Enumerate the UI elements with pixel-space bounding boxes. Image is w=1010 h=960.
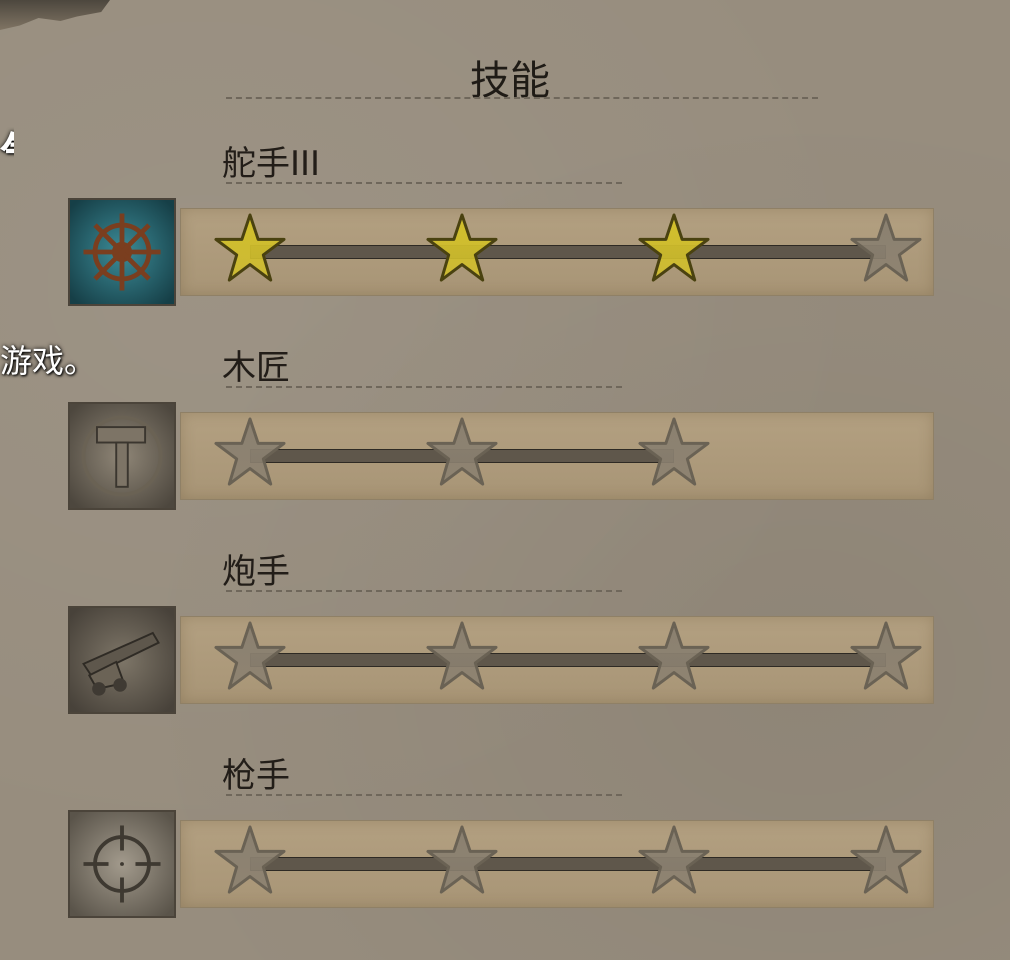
skill-name-divider bbox=[226, 794, 622, 796]
skill-row: 枪手 bbox=[0, 748, 1010, 928]
star-filled-icon bbox=[425, 212, 499, 286]
star-empty-icon bbox=[213, 824, 287, 898]
star-empty-icon bbox=[849, 824, 923, 898]
crosshair-icon[interactable] bbox=[68, 810, 176, 918]
skill-name: 木匠 bbox=[222, 348, 290, 388]
skill-track bbox=[250, 653, 886, 667]
skill-name-divider bbox=[226, 182, 622, 184]
star-empty-icon bbox=[213, 416, 287, 490]
skill-row: 炮手 bbox=[0, 544, 1010, 724]
star-empty-icon bbox=[425, 824, 499, 898]
star-empty-icon bbox=[637, 824, 711, 898]
star-empty-icon bbox=[849, 620, 923, 694]
star-filled-icon bbox=[213, 212, 287, 286]
star-empty-icon bbox=[213, 620, 287, 694]
skill-name-divider bbox=[226, 590, 622, 592]
skill-name-divider bbox=[226, 386, 622, 388]
ship-wheel-icon[interactable] bbox=[68, 198, 176, 306]
star-empty-icon bbox=[637, 620, 711, 694]
skill-track bbox=[250, 857, 886, 871]
skill-name: 舵手III bbox=[222, 144, 321, 184]
skill-row: 舵手III bbox=[0, 136, 1010, 316]
torn-paper-edge bbox=[0, 0, 110, 30]
star-empty-icon bbox=[425, 416, 499, 490]
star-filled-icon bbox=[637, 212, 711, 286]
skill-name: 炮手 bbox=[222, 552, 290, 592]
skill-track bbox=[250, 245, 886, 259]
cannon-icon[interactable] bbox=[68, 606, 176, 714]
hammer-icon[interactable] bbox=[68, 402, 176, 510]
title-divider bbox=[226, 97, 818, 99]
star-empty-icon bbox=[637, 416, 711, 490]
star-empty-icon bbox=[849, 212, 923, 286]
star-empty-icon bbox=[425, 620, 499, 694]
skill-row: 木匠 bbox=[0, 340, 1010, 520]
skill-name: 枪手 bbox=[222, 756, 290, 796]
